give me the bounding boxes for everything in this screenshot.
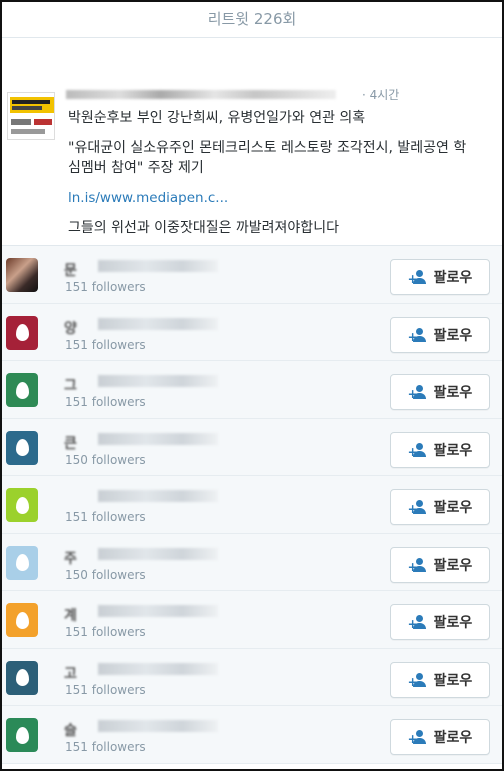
follow-button[interactable]: + 팔로우 — [390, 259, 490, 295]
modal-title: 리트윗 226회 — [2, 2, 502, 38]
follow-button-label: 팔로우 — [433, 442, 473, 459]
add-user-icon: + — [408, 557, 428, 573]
add-user-icon: + — [408, 499, 428, 515]
follow-button-label: 팔로우 — [433, 327, 473, 344]
egg-icon — [15, 554, 29, 571]
user-avatar[interactable] — [6, 660, 38, 695]
user-avatar[interactable] — [6, 545, 38, 580]
user-row[interactable]: 주 150 followers + 팔로우 — [2, 533, 502, 591]
tweet-line: "유대균이 실소유주인 몬테크리스토 레스토랑 조각전시, 발레공연 학 — [68, 140, 467, 156]
egg-icon — [15, 669, 29, 686]
egg-icon — [15, 726, 29, 744]
user-name[interactable]: 계 — [64, 605, 78, 625]
tweet-timestamp[interactable]: · 4시간 — [362, 86, 399, 103]
user-handle-blurred[interactable] — [98, 547, 218, 560]
follow-button-label: 팔로우 — [433, 672, 473, 689]
follower-count: 151 followers — [65, 625, 146, 639]
user-row[interactable]: 양 151 followers + 팔로우 — [2, 303, 502, 361]
tweet-link[interactable]: ln.is/www.mediapen.c... — [68, 188, 502, 208]
follow-button-label: 팔로우 — [433, 500, 473, 516]
user-row[interactable]: 151 followers + 팔로우 — [2, 476, 502, 534]
follow-button[interactable]: + 팔로우 — [390, 374, 490, 410]
follow-button-label: 팔로우 — [433, 615, 473, 631]
user-avatar[interactable] — [6, 603, 38, 637]
tweet-text: 박원순후보 부인 강난희씨, 유병언일가와 연관 의혹 "유대균이 실소유주인 … — [68, 108, 502, 238]
user-name[interactable]: 그 — [64, 375, 78, 395]
add-user-icon: + — [408, 327, 428, 343]
user-row[interactable]: 고 151 followers + 팔로우 — [2, 648, 502, 706]
user-name[interactable]: 고 — [64, 663, 78, 683]
user-row[interactable]: 큰 150 followers + 팔로우 — [2, 418, 502, 476]
follower-count: 151 followers — [65, 510, 146, 524]
tweet-line: 그들의 위선과 이중잣대질은 까발려져야합니다 — [68, 220, 339, 236]
user-handle-blurred[interactable] — [98, 260, 218, 272]
user-avatar[interactable] — [6, 315, 38, 350]
add-user-icon: + — [408, 672, 428, 688]
user-row[interactable]: 그 151 followers + 팔로우 — [2, 361, 502, 419]
follow-button-label: 팔로우 — [433, 557, 473, 574]
follower-count: 151 followers — [65, 337, 146, 352]
follower-count: 150 followers — [65, 567, 146, 582]
retweeter-list: 문 151 followers + 팔로우 양 151 followers + 팔로우 그 151… — [2, 246, 502, 764]
user-handle-blurred[interactable] — [98, 720, 218, 732]
user-avatar[interactable] — [6, 430, 38, 465]
tweet-line: 심멤버 참여" 주장 제기 — [68, 160, 204, 176]
egg-icon — [15, 611, 29, 629]
user-name[interactable]: 큰 — [64, 433, 78, 453]
add-user-icon: + — [408, 729, 428, 745]
user-avatar[interactable] — [6, 258, 38, 292]
follower-count: 151 followers — [65, 395, 146, 409]
follower-count: 151 followers — [65, 280, 146, 294]
retweets-modal: 리트윗 226회 · 4시간 박원순후보 부인 강난희씨, 유병언일가와 연관 … — [0, 0, 504, 771]
follow-button-label: 팔로우 — [433, 730, 473, 746]
tweet-header: · 4시간 — [66, 86, 486, 102]
add-user-icon: + — [408, 614, 428, 630]
user-name[interactable]: 문 — [64, 260, 78, 280]
user-handle-blurred[interactable] — [98, 432, 218, 445]
user-handle-blurred[interactable] — [98, 490, 218, 502]
user-avatar[interactable] — [6, 373, 38, 407]
follower-count: 150 followers — [65, 452, 146, 467]
follow-button[interactable]: + 팔로우 — [390, 719, 490, 755]
egg-icon — [15, 496, 29, 514]
egg-icon — [15, 439, 29, 456]
follow-button[interactable]: + 팔로우 — [390, 316, 490, 353]
user-name[interactable]: 양 — [64, 318, 78, 338]
add-user-icon: + — [408, 269, 428, 285]
follow-button[interactable]: + 팔로우 — [390, 661, 490, 698]
tweet-line: 박원순후보 부인 강난희씨, 유병언일가와 연관 의혹 — [68, 110, 366, 126]
user-name[interactable]: 슬 — [64, 720, 78, 740]
follow-button-label: 팔로우 — [433, 270, 473, 286]
follow-button[interactable]: + 팔로우 — [390, 489, 490, 525]
follow-button-label: 팔로우 — [433, 385, 473, 401]
user-avatar[interactable] — [6, 488, 38, 522]
tweet-card[interactable]: · 4시간 박원순후보 부인 강난희씨, 유병언일가와 연관 의혹 "유대균이 … — [2, 38, 502, 246]
follower-count: 151 followers — [65, 740, 146, 754]
follow-button[interactable]: + 팔로우 — [390, 431, 490, 468]
add-user-icon: + — [408, 442, 428, 458]
follower-count: 151 followers — [65, 682, 146, 697]
user-row[interactable]: 슬 151 followers + 팔로우 — [2, 706, 502, 764]
user-row[interactable]: 문 151 followers + 팔로우 — [2, 246, 502, 304]
follow-button[interactable]: + 팔로우 — [390, 604, 490, 640]
add-user-icon: + — [408, 384, 428, 400]
user-avatar[interactable] — [6, 718, 38, 752]
user-handle-blurred[interactable] — [98, 662, 218, 675]
tweet-author-name-blurred[interactable] — [66, 90, 336, 99]
user-handle-blurred[interactable] — [98, 317, 218, 330]
egg-icon — [15, 381, 29, 399]
user-row[interactable]: 계 151 followers + 팔로우 — [2, 591, 502, 649]
egg-icon — [15, 324, 29, 341]
user-handle-blurred[interactable] — [98, 605, 218, 617]
follow-button[interactable]: + 팔로우 — [390, 546, 490, 583]
user-handle-blurred[interactable] — [98, 375, 218, 387]
tweet-author-avatar[interactable] — [7, 92, 55, 140]
user-name[interactable]: 주 — [64, 548, 78, 568]
